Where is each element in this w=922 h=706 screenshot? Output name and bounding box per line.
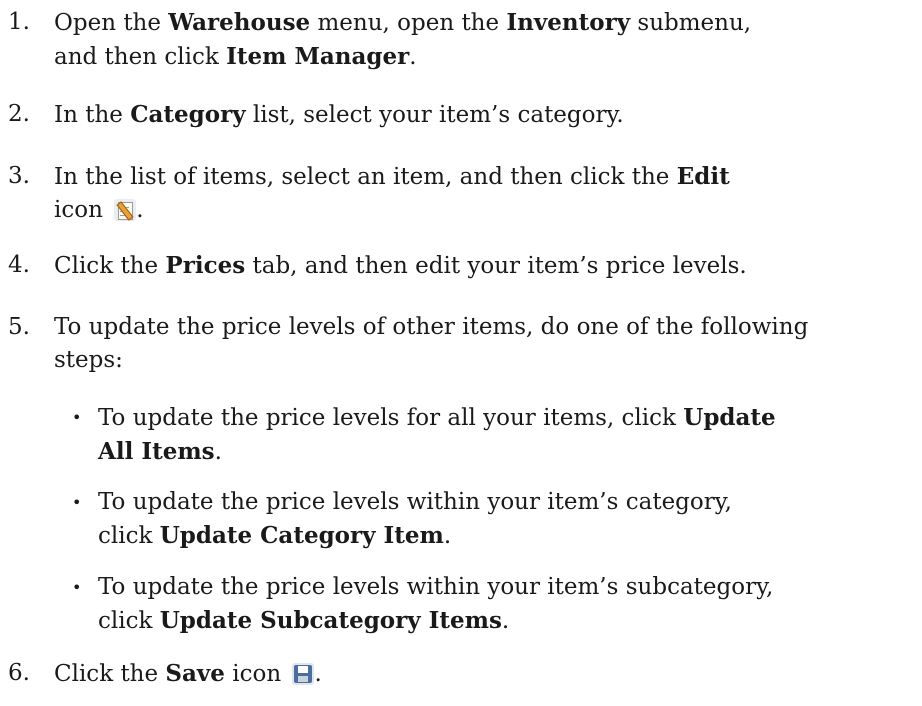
button-name: Update Subcategory Items <box>159 607 502 634</box>
step-5: 5. To update the price levels of other i… <box>8 311 918 377</box>
step-text: In the list of items, select an item, an… <box>54 163 730 223</box>
step-number: 6. <box>8 660 30 686</box>
edit-icon <box>114 199 137 221</box>
bullet: • <box>72 408 82 427</box>
submenu-name: Inventory <box>506 9 631 36</box>
step-text: Click the Save icon . <box>54 660 322 687</box>
step-text: In the Category list, select your item’s… <box>54 101 624 128</box>
step-number: 1. <box>8 9 30 35</box>
button-name: Update Category Item <box>159 522 444 549</box>
substep-text: To update the price levels within your i… <box>98 574 774 634</box>
substep-text: To update the price levels for all your … <box>98 404 776 465</box>
bullet: • <box>72 578 82 597</box>
step-text: Click the Prices tab, and then edit your… <box>54 252 747 279</box>
menu-item-name: Item Manager <box>226 43 410 70</box>
save-icon <box>292 663 315 685</box>
step-2: 2. In the Category list, select your ite… <box>8 98 918 132</box>
bullet: • <box>72 493 82 512</box>
step-text: Open the Warehouse menu, open the Invent… <box>54 9 752 70</box>
step-1: 1. Open the Warehouse menu, open the Inv… <box>8 6 918 74</box>
step-number: 2. <box>8 101 30 127</box>
step-number: 3. <box>8 163 30 189</box>
step-6: 6. Click the Save icon . <box>8 657 918 691</box>
substep-text: To update the price levels within your i… <box>98 489 732 549</box>
tab-name: Prices <box>165 252 246 279</box>
step-3: 3. In the list of items, select an item,… <box>8 160 918 227</box>
substep-3: • To update the price levels within your… <box>54 571 918 638</box>
button-name: Save <box>165 660 225 687</box>
list-name: Category <box>130 101 246 128</box>
button-name: All Items <box>98 438 215 465</box>
step-number: 4. <box>8 252 30 278</box>
substep-1: • To update the price levels for all you… <box>54 401 918 469</box>
substep-2: • To update the price levels within your… <box>54 486 918 553</box>
button-name: Update <box>683 404 776 431</box>
button-name: Edit <box>676 163 730 190</box>
step-4: 4. Click the Prices tab, and then edit y… <box>8 249 918 283</box>
menu-name: Warehouse <box>168 9 311 36</box>
step-number: 5. <box>8 314 30 340</box>
step-text: To update the price levels of other item… <box>54 314 809 373</box>
